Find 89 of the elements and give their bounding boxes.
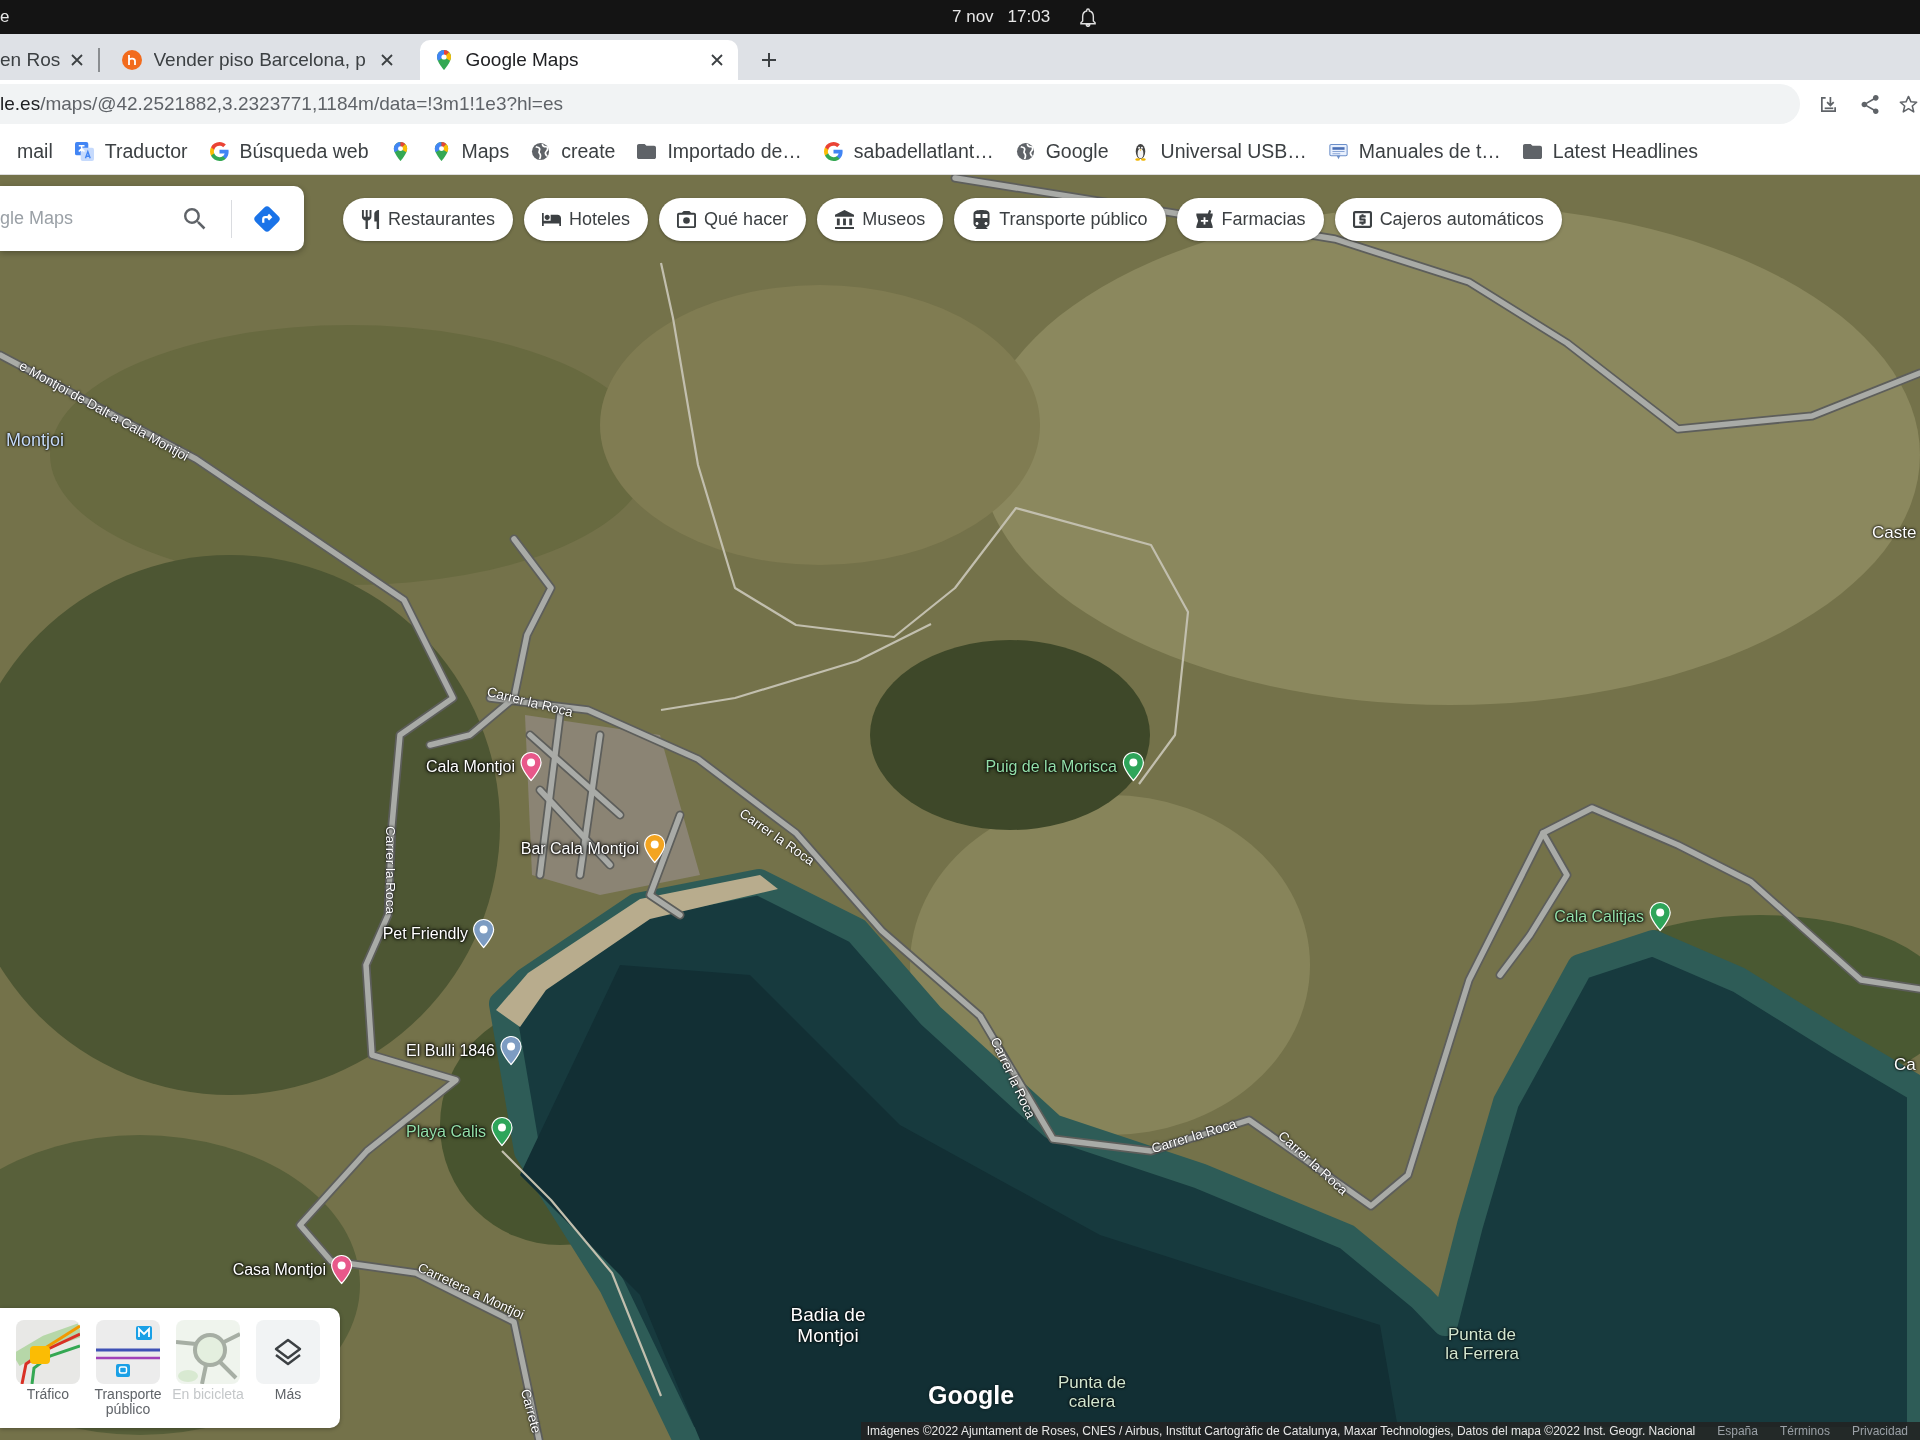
speech-bubble-icon	[1328, 141, 1348, 161]
map-pin-icon[interactable]	[519, 751, 543, 782]
letter-g-icon	[823, 141, 843, 161]
map-pin-icon[interactable]	[472, 918, 496, 949]
bookmark-link[interactable]: Manuales de t…	[1328, 135, 1501, 167]
place-label[interactable]: Cala Montjoi	[426, 757, 515, 776]
place-label[interactable]: El Bulli 1846	[406, 1041, 495, 1060]
address-bar[interactable]: le.es/maps/@42.2521882,3.2323771,1184m/data=!3m1!1e3?hl=es	[0, 84, 1800, 124]
bookmark-link[interactable]: Google	[1015, 135, 1109, 167]
category-chip[interactable]: Restaurantes	[343, 198, 514, 241]
category-chip[interactable]: Transporte público	[954, 198, 1166, 241]
top-bar-label: e	[0, 7, 10, 27]
bookmark-link[interactable]: create	[531, 135, 616, 167]
road-label: Carrer la Roca	[987, 1035, 1039, 1121]
letter-g-icon	[209, 141, 229, 161]
place-label[interactable]: Puig de la Morisca	[985, 757, 1117, 776]
category-chip[interactable]: Qué hacer	[659, 198, 807, 241]
clock-button[interactable]: 7 nov 17:03	[952, 7, 1051, 27]
area-label: Caste	[1872, 523, 1917, 543]
folder-icon	[1522, 141, 1542, 161]
search-icon	[184, 207, 206, 230]
bookmark-link[interactable]: sabadellatlant…	[823, 135, 994, 167]
map-pin-icon[interactable]	[499, 1035, 523, 1066]
place-label[interactable]: Playa Calis	[405, 1122, 486, 1141]
star-icon	[1898, 94, 1918, 114]
bookmark-link[interactable]: Búsqueda web	[209, 135, 369, 167]
traffic-map-icon	[16, 1320, 80, 1384]
map-layer-button[interactable]: Más	[252, 1320, 324, 1403]
search-box[interactable]: gle Maps	[0, 186, 304, 251]
folder-icon	[637, 141, 657, 161]
map-pin-icon[interactable]	[1121, 751, 1145, 782]
browser-tab[interactable]: Vender piso Barcelona, p	[107, 40, 408, 80]
road-label: Carrer la Roca	[382, 826, 398, 914]
area-label: Punta de la Ferrera	[1445, 1326, 1519, 1364]
map-layer-button[interactable]: Transporte público	[92, 1320, 164, 1418]
circle-logo-icon	[121, 50, 142, 70]
attribution-text: Imágenes ©2022 Ajuntament de Roses, CNES / Airbus, Institut Cartogràfic de Catalunya, Maxar Technologies, Datos del mapa ©2022 Inst. Geogr. Nacional	[866, 1424, 1696, 1438]
footer-link[interactable]: España	[1717, 1424, 1758, 1438]
translate-icon	[74, 141, 94, 161]
money-icon	[1352, 210, 1372, 229]
category-chip[interactable]: Hoteles	[524, 198, 649, 241]
map-pin-icon[interactable]	[330, 1254, 354, 1285]
area-label: Montjoi	[6, 431, 65, 451]
browser-tab[interactable]: Google Maps	[419, 40, 738, 80]
layers-icon	[256, 1320, 320, 1384]
search-field[interactable]: gle Maps	[0, 200, 172, 237]
bookmark-link[interactable]: Maps	[431, 135, 510, 167]
plus-icon	[760, 52, 777, 68]
train-icon	[972, 210, 992, 229]
footer-link[interactable]: Términos	[1779, 1424, 1830, 1438]
pharmacy-icon	[1194, 210, 1214, 229]
museum-icon	[835, 210, 855, 229]
road-label: Carrete	[517, 1387, 545, 1435]
category-chip[interactable]: Farmacias	[1176, 198, 1324, 241]
bed-icon	[542, 210, 562, 229]
transit-map-icon	[96, 1320, 160, 1384]
globe-icon	[531, 141, 551, 161]
bookmark-link[interactable]: mail	[17, 135, 53, 167]
place-label[interactable]: Bar Cala Montjoi	[520, 839, 639, 858]
close-icon	[380, 54, 393, 66]
logo-text: Google	[928, 1381, 1015, 1410]
browser-tab[interactable]: en Ros	[0, 40, 98, 80]
globe-icon	[1015, 141, 1035, 161]
fork-knife-icon	[361, 210, 380, 229]
map-layer-button[interactable]: Tráfico	[12, 1320, 84, 1403]
place-label[interactable]: Casa Montjoi	[232, 1260, 326, 1279]
map-pin-icon[interactable]	[490, 1116, 514, 1147]
download-icon	[1818, 94, 1838, 114]
bookmark-link[interactable]: Traductor	[74, 135, 188, 167]
category-chip[interactable]: Museos	[817, 198, 944, 241]
bookmark-link[interactable]: Importado de…	[637, 135, 802, 167]
close-icon	[71, 54, 83, 66]
category-chip[interactable]: Cajeros automáticos	[1334, 198, 1562, 241]
area-label: Badia de Montjoi	[790, 1305, 866, 1347]
camera-icon	[677, 210, 697, 229]
map-pin-icon[interactable]	[643, 833, 667, 864]
share-icon	[1860, 94, 1880, 114]
bell-icon	[1080, 7, 1097, 27]
close-icon	[710, 54, 723, 66]
area-label: Ca	[1894, 1055, 1916, 1075]
bookmark-link[interactable]: Universal USB…	[1130, 135, 1307, 167]
map-pin-icon[interactable]	[1648, 901, 1672, 932]
road-label: Carrer la Roca	[1149, 1116, 1239, 1156]
road-label: Carrer la Roca	[485, 684, 575, 720]
area-label: Punta de calera	[1057, 1374, 1127, 1412]
bookmark-link[interactable]: Latest Headlines	[1522, 135, 1699, 167]
footer-link[interactable]: Privacidad	[1851, 1424, 1908, 1438]
roundabout-map-icon	[176, 1320, 240, 1384]
place-label[interactable]: Pet Friendly	[382, 924, 468, 943]
